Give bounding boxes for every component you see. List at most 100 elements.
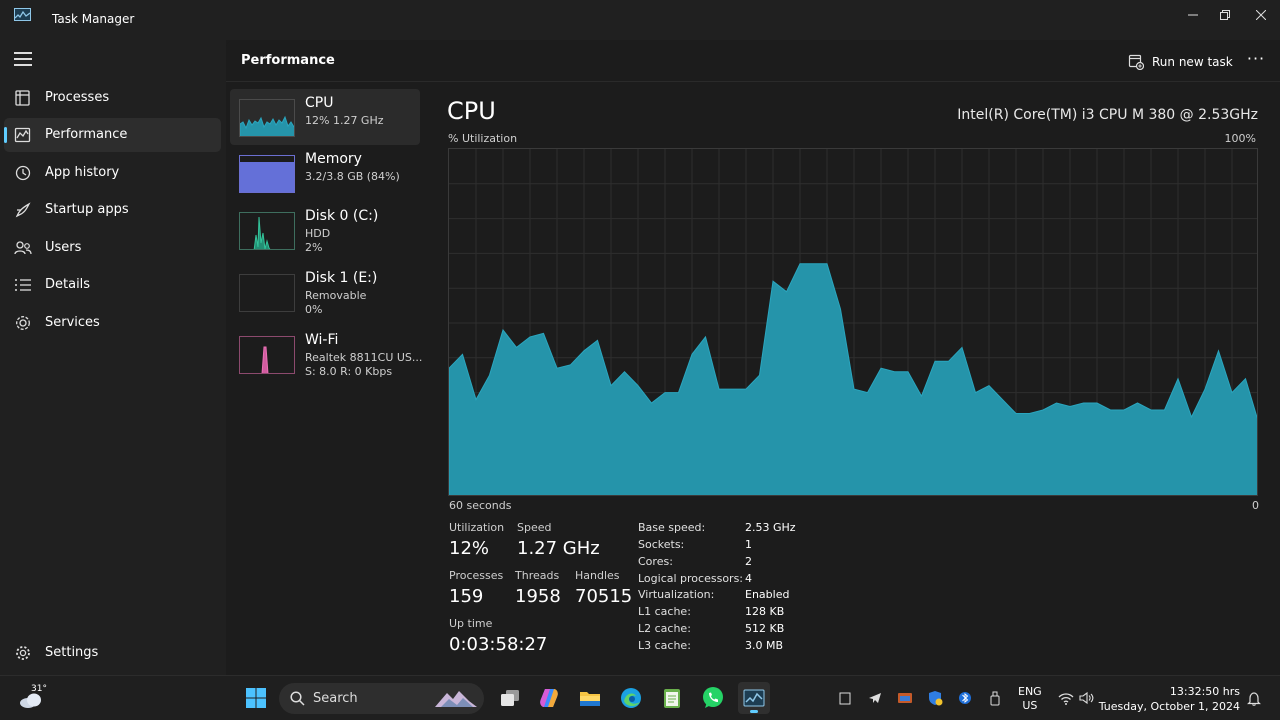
cpu-thumbnail-graph: [239, 99, 295, 137]
taskbar-search[interactable]: Search: [279, 683, 484, 714]
window-title: Task Manager: [52, 12, 135, 26]
sidebar: Processes Performance App history Startu…: [0, 40, 226, 675]
spec-value: 1: [745, 538, 752, 551]
resource-item-cpu[interactable]: CPU 12% 1.27 GHz: [230, 89, 420, 145]
performance-icon: [14, 127, 31, 143]
sidebar-item-label: Startup apps: [45, 202, 129, 217]
task-manager-taskbar-button[interactable]: [738, 682, 770, 714]
task-view-button[interactable]: [494, 682, 526, 714]
utilization-label: Utilization: [449, 521, 505, 534]
security-shield-icon[interactable]: [927, 690, 943, 706]
sidebar-item-services[interactable]: Services: [4, 306, 221, 340]
app-history-icon: [15, 165, 31, 181]
sidebar-item-performance[interactable]: Performance: [4, 118, 221, 152]
start-button[interactable]: [240, 682, 272, 714]
taskbar-clock[interactable]: 13:32:50 hrs Tuesday, October 1, 2024: [1099, 684, 1240, 714]
task-manager-icon: [743, 689, 765, 707]
spec-label: L2 cache:: [638, 622, 691, 635]
notepad-app-button[interactable]: [656, 682, 688, 714]
sidebar-item-label: Performance: [45, 127, 128, 142]
resource-item-wifi[interactable]: Wi-Fi Realtek 8811CU US... S: 8.0 R: 0 K…: [230, 326, 422, 382]
threads-label: Threads: [515, 569, 560, 582]
resource-name: Disk 1 (E:): [305, 270, 378, 286]
task-view-icon: [501, 690, 519, 706]
resource-item-disk-0[interactable]: Disk 0 (C:) HDD 2%: [230, 202, 420, 258]
threads-value: 1958: [515, 586, 561, 607]
run-task-label: Run new task: [1152, 55, 1233, 69]
resource-detail: 3.2/3.8 GB (84%): [305, 170, 400, 183]
bluetooth-icon[interactable]: [957, 690, 973, 706]
spec-value: 2: [745, 555, 752, 568]
copilot-button[interactable]: [533, 682, 565, 714]
processes-icon: [15, 90, 30, 106]
services-icon: [16, 316, 30, 330]
sidebar-item-settings[interactable]: Settings: [4, 636, 221, 670]
sidebar-item-users[interactable]: Users: [4, 231, 221, 265]
utilization-max-label: 100%: [1224, 132, 1256, 145]
resource-name: CPU: [305, 95, 334, 111]
file-explorer-button[interactable]: [574, 682, 606, 714]
more-options-button[interactable]: ···: [1244, 50, 1268, 74]
details-icon: [15, 279, 31, 291]
title-bar: Task Manager: [0, 0, 1280, 40]
resource-detail: Removable: [305, 289, 367, 302]
page-title: Performance: [241, 53, 335, 68]
spec-label: L1 cache:: [638, 605, 691, 618]
resource-item-disk-1[interactable]: Disk 1 (E:) Removable 0%: [230, 264, 420, 320]
search-icon: [290, 691, 305, 706]
telegram-icon[interactable]: [867, 690, 883, 706]
sidebar-item-processes[interactable]: Processes: [4, 81, 221, 115]
whatsapp-button[interactable]: [697, 682, 729, 714]
speed-value: 1.27 GHz: [517, 538, 600, 559]
time-axis-start: 60 seconds: [449, 499, 512, 512]
main-content: Performance Run new task ··· CPU 12% 1.2…: [226, 40, 1280, 675]
tray-app-icon[interactable]: [897, 690, 913, 706]
task-manager-icon: [14, 8, 31, 21]
edge-browser-button[interactable]: [615, 682, 647, 714]
search-placeholder: Search: [313, 691, 358, 706]
wifi-thumbnail-graph: [239, 336, 295, 374]
close-button[interactable]: [1238, 0, 1280, 30]
taskbar: 31° Search ENG US 13:32:50 hrs Tuesday, …: [0, 675, 1280, 720]
resource-item-memory[interactable]: Memory 3.2/3.8 GB (84%): [230, 145, 420, 201]
run-new-task-button[interactable]: Run new task: [1128, 50, 1233, 74]
spec-value: 4: [745, 572, 752, 585]
sidebar-item-label: Services: [45, 315, 100, 330]
uptime-label: Up time: [449, 617, 493, 630]
file-explorer-icon: [580, 692, 600, 706]
spec-label: Virtualization:: [638, 588, 715, 601]
memory-thumbnail-graph: [239, 155, 295, 193]
resource-usage: 2%: [305, 241, 323, 254]
disk-1-thumbnail-graph: [239, 274, 295, 312]
keyboard-region: US: [1022, 699, 1038, 712]
spec-value: Enabled: [745, 588, 790, 601]
whatsapp-icon: [703, 687, 723, 708]
time-axis-end: 0: [1252, 499, 1259, 512]
sidebar-item-details[interactable]: Details: [4, 268, 221, 302]
spec-value: 3.0 MB: [745, 639, 784, 652]
language-indicator[interactable]: ENG US: [1018, 685, 1042, 713]
utilization-axis-label: % Utilization: [448, 132, 518, 145]
hamburger-menu-icon[interactable]: [14, 52, 32, 66]
uptime-value: 0:03:58:27: [449, 634, 548, 655]
resource-detail: 12% 1.27 GHz: [305, 114, 384, 127]
sidebar-item-app-history[interactable]: App history: [4, 156, 221, 190]
resource-name: Memory: [305, 151, 362, 167]
notification-bell-icon[interactable]: [1246, 690, 1262, 706]
windows-logo-icon: [246, 688, 266, 708]
spec-value: 2.53 GHz: [745, 521, 796, 534]
sidebar-item-startup-apps[interactable]: Startup apps: [4, 193, 221, 227]
processes-label: Processes: [449, 569, 504, 582]
volume-icon[interactable]: [1079, 690, 1095, 706]
run-task-icon: [1128, 54, 1144, 70]
speed-label: Speed: [517, 521, 552, 534]
close-icon: [1256, 10, 1266, 20]
usb-drive-icon[interactable]: [987, 690, 1003, 706]
wifi-icon[interactable]: [1058, 690, 1074, 706]
copilot-icon: [540, 689, 558, 707]
spec-label: L3 cache:: [638, 639, 691, 652]
spec-label: Logical processors:: [638, 572, 744, 585]
resource-detail: HDD: [305, 227, 331, 240]
tablet-mode-icon[interactable]: [837, 690, 853, 706]
sidebar-item-label: Processes: [45, 90, 110, 105]
